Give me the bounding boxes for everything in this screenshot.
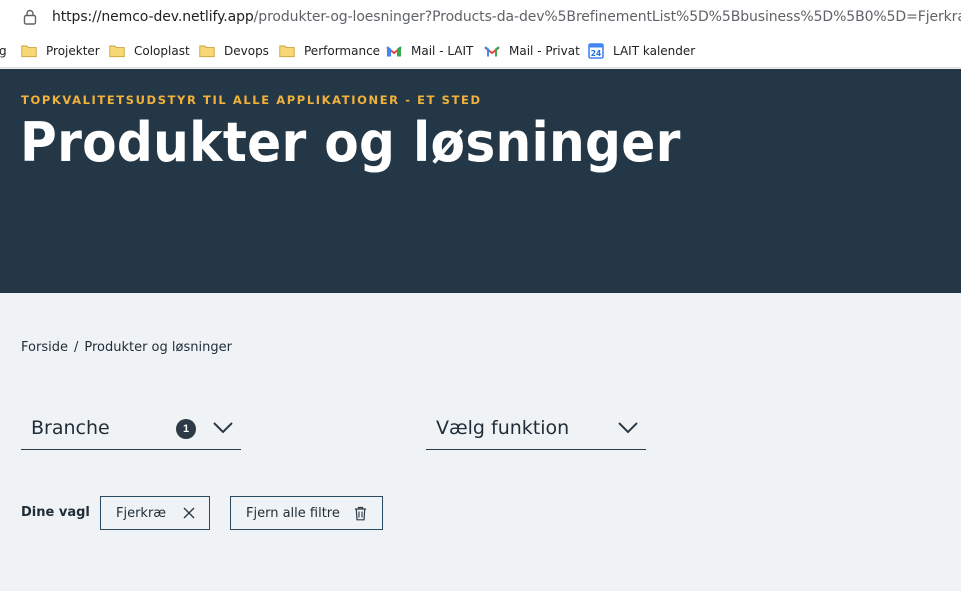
address-bar[interactable]: https://nemco-dev.netlify.app/produkter-… bbox=[0, 0, 961, 34]
bookmark-performance[interactable]: Performance bbox=[279, 42, 380, 60]
branche-count-badge: 1 bbox=[176, 419, 196, 439]
folder-icon bbox=[21, 45, 37, 58]
gmail-icon bbox=[484, 46, 500, 57]
funktion-label: Vælg funktion bbox=[436, 417, 570, 439]
breadcrumb-item-forside[interactable]: Forside bbox=[21, 340, 68, 355]
breadcrumb-separator: / bbox=[73, 340, 79, 355]
hero-banner: TOPKVALITETSUDSTYR TIL ALLE APPLIKATIONE… bbox=[0, 69, 961, 293]
branche-label: Branche bbox=[31, 417, 110, 439]
bookmark-label: Mail - LAIT bbox=[411, 44, 474, 58]
chevron-down-icon bbox=[618, 422, 638, 434]
bookmark-label: Mail - Privat bbox=[509, 44, 580, 58]
close-icon[interactable] bbox=[183, 507, 195, 519]
hero-eyebrow: TOPKVALITETSUDSTYR TIL ALLE APPLIKATIONE… bbox=[21, 93, 482, 107]
filter-chip-fjerkrae[interactable]: Fjerkræ bbox=[100, 496, 210, 530]
bookmarks-bar: g Projekter Coloplast Devops Performance… bbox=[0, 34, 961, 68]
bookmark-label: Performance bbox=[304, 44, 381, 58]
bookmark-devops[interactable]: Devops bbox=[199, 42, 269, 60]
bookmark-label: Coloplast bbox=[134, 44, 190, 58]
url-path: /produkter-og-loesninger?Products-da-dev… bbox=[253, 9, 961, 25]
bookmark-label: LAIT kalender bbox=[613, 44, 696, 58]
gmail-icon bbox=[386, 46, 402, 57]
chevron-down-icon bbox=[213, 422, 233, 434]
folder-icon bbox=[279, 45, 295, 58]
lock-icon[interactable] bbox=[23, 9, 37, 25]
bookmark-label: Devops bbox=[224, 44, 269, 58]
bookmark-mail-privat[interactable]: Mail - Privat bbox=[484, 42, 580, 60]
bookmark-label: g bbox=[0, 44, 7, 58]
calendar-icon-text: 24 bbox=[591, 49, 601, 58]
page-title: Produkter og løsninger bbox=[20, 111, 681, 174]
folder-icon bbox=[199, 45, 215, 58]
trash-icon bbox=[355, 506, 366, 521]
filter-chip-label: Fjerkræ bbox=[116, 505, 167, 521]
bookmark-lait-kalender[interactable]: 24 LAIT kalender bbox=[588, 42, 695, 60]
bookmark-label: Projekter bbox=[46, 44, 100, 58]
clear-all-filters-button[interactable]: Fjern alle filtre bbox=[230, 496, 383, 530]
clear-all-label: Fjern alle filtre bbox=[246, 505, 340, 521]
url-host: https://nemco-dev.netlify.app bbox=[52, 9, 254, 25]
bookmark-coloplast[interactable]: Coloplast bbox=[109, 42, 190, 60]
breadcrumb: Forside / Produkter og løsninger bbox=[21, 340, 232, 355]
bookmark-partial[interactable]: g bbox=[0, 42, 7, 60]
calendar-icon: 24 bbox=[588, 43, 604, 59]
branche-dropdown[interactable]: Branche 1 bbox=[21, 404, 241, 450]
chosen-filters-label: Dine vagl bbox=[21, 505, 90, 520]
url-text[interactable]: https://nemco-dev.netlify.app/produkter-… bbox=[52, 9, 961, 25]
bookmark-projekter[interactable]: Projekter bbox=[21, 42, 100, 60]
bookmark-mail-lait[interactable]: Mail - LAIT bbox=[386, 42, 473, 60]
funktion-dropdown[interactable]: Vælg funktion bbox=[426, 404, 646, 450]
folder-icon bbox=[109, 45, 125, 58]
breadcrumb-item-current: Produkter og løsninger bbox=[84, 340, 232, 355]
